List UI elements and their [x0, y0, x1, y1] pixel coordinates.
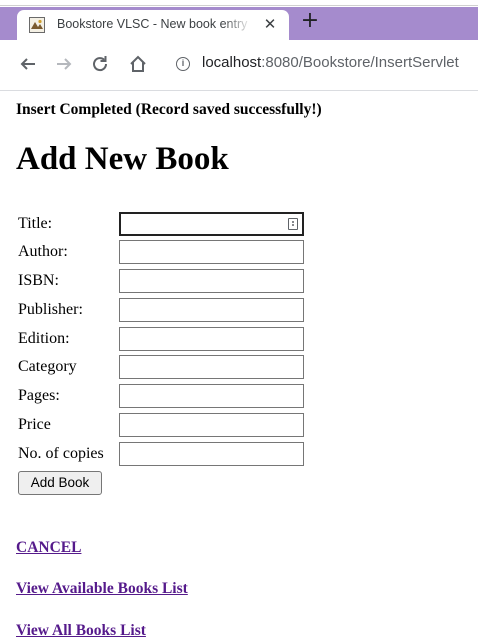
form-row-title: Title:: [16, 211, 316, 237]
view-all-books-link[interactable]: View All Books List: [16, 622, 146, 640]
form-row-price: Price: [16, 412, 316, 438]
pages-label: Pages:: [18, 387, 60, 404]
tab-close-icon[interactable]: ✕: [261, 15, 279, 33]
window-top-edge: [0, 0, 478, 7]
form-row-copies: No. of copies: [16, 441, 316, 467]
edition-input[interactable]: [119, 327, 304, 351]
publisher-input[interactable]: [119, 298, 304, 322]
browser-toolbar: i localhost:8080/Bookstore/InsertServlet: [0, 40, 478, 91]
info-icon[interactable]: i: [176, 57, 190, 71]
pages-input[interactable]: [119, 384, 304, 408]
form-row-edition: Edition:: [16, 326, 316, 352]
page-title: Add New Book: [16, 141, 229, 177]
autofill-contact-icon[interactable]: [288, 218, 298, 230]
author-label: Author:: [18, 243, 68, 260]
form-row-publisher: Publisher:: [16, 297, 316, 323]
bookstore-favicon-icon: [29, 17, 45, 33]
price-label: Price: [18, 416, 51, 433]
form-row-author: Author:: [16, 239, 316, 265]
publisher-label: Publisher:: [18, 301, 83, 318]
price-input[interactable]: [119, 413, 304, 437]
add-book-button[interactable]: Add Book: [18, 471, 102, 495]
copies-label: No. of copies: [18, 445, 104, 462]
title-label: Title:: [18, 215, 53, 232]
url-host: localhost: [202, 54, 262, 71]
form-row-category: Category: [16, 354, 316, 380]
form-row-pages: Pages:: [16, 383, 316, 409]
forward-arrow-icon[interactable]: [52, 52, 76, 76]
browser-tab[interactable]: Bookstore VLSC - New book entry ✕: [17, 10, 289, 40]
cancel-link[interactable]: CANCEL: [16, 539, 81, 557]
edition-label: Edition:: [18, 330, 70, 347]
isbn-label: ISBN:: [18, 272, 59, 289]
new-tab-button[interactable]: +: [300, 10, 320, 32]
url-text: localhost:8080/Bookstore/InsertServlet: [202, 54, 459, 71]
back-arrow-icon[interactable]: [16, 52, 40, 76]
address-bar[interactable]: i localhost:8080/Bookstore/InsertServlet: [164, 49, 478, 79]
reload-icon[interactable]: [88, 52, 112, 76]
category-input[interactable]: [119, 355, 304, 379]
copies-input[interactable]: [119, 442, 304, 466]
isbn-input[interactable]: [119, 269, 304, 293]
author-input[interactable]: [119, 240, 304, 264]
browser-tabstrip: Bookstore VLSC - New book entry ✕ +: [0, 0, 478, 40]
category-label: Category: [18, 358, 77, 375]
title-input[interactable]: [119, 212, 304, 236]
view-available-books-link[interactable]: View Available Books List: [16, 580, 188, 598]
home-icon[interactable]: [126, 52, 150, 76]
tab-title: Bookstore VLSC - New book entry: [57, 17, 248, 31]
url-path: :8080/Bookstore/InsertServlet: [261, 54, 459, 71]
form-row-isbn: ISBN:: [16, 268, 316, 294]
status-message: Insert Completed (Record saved successfu…: [16, 101, 322, 118]
